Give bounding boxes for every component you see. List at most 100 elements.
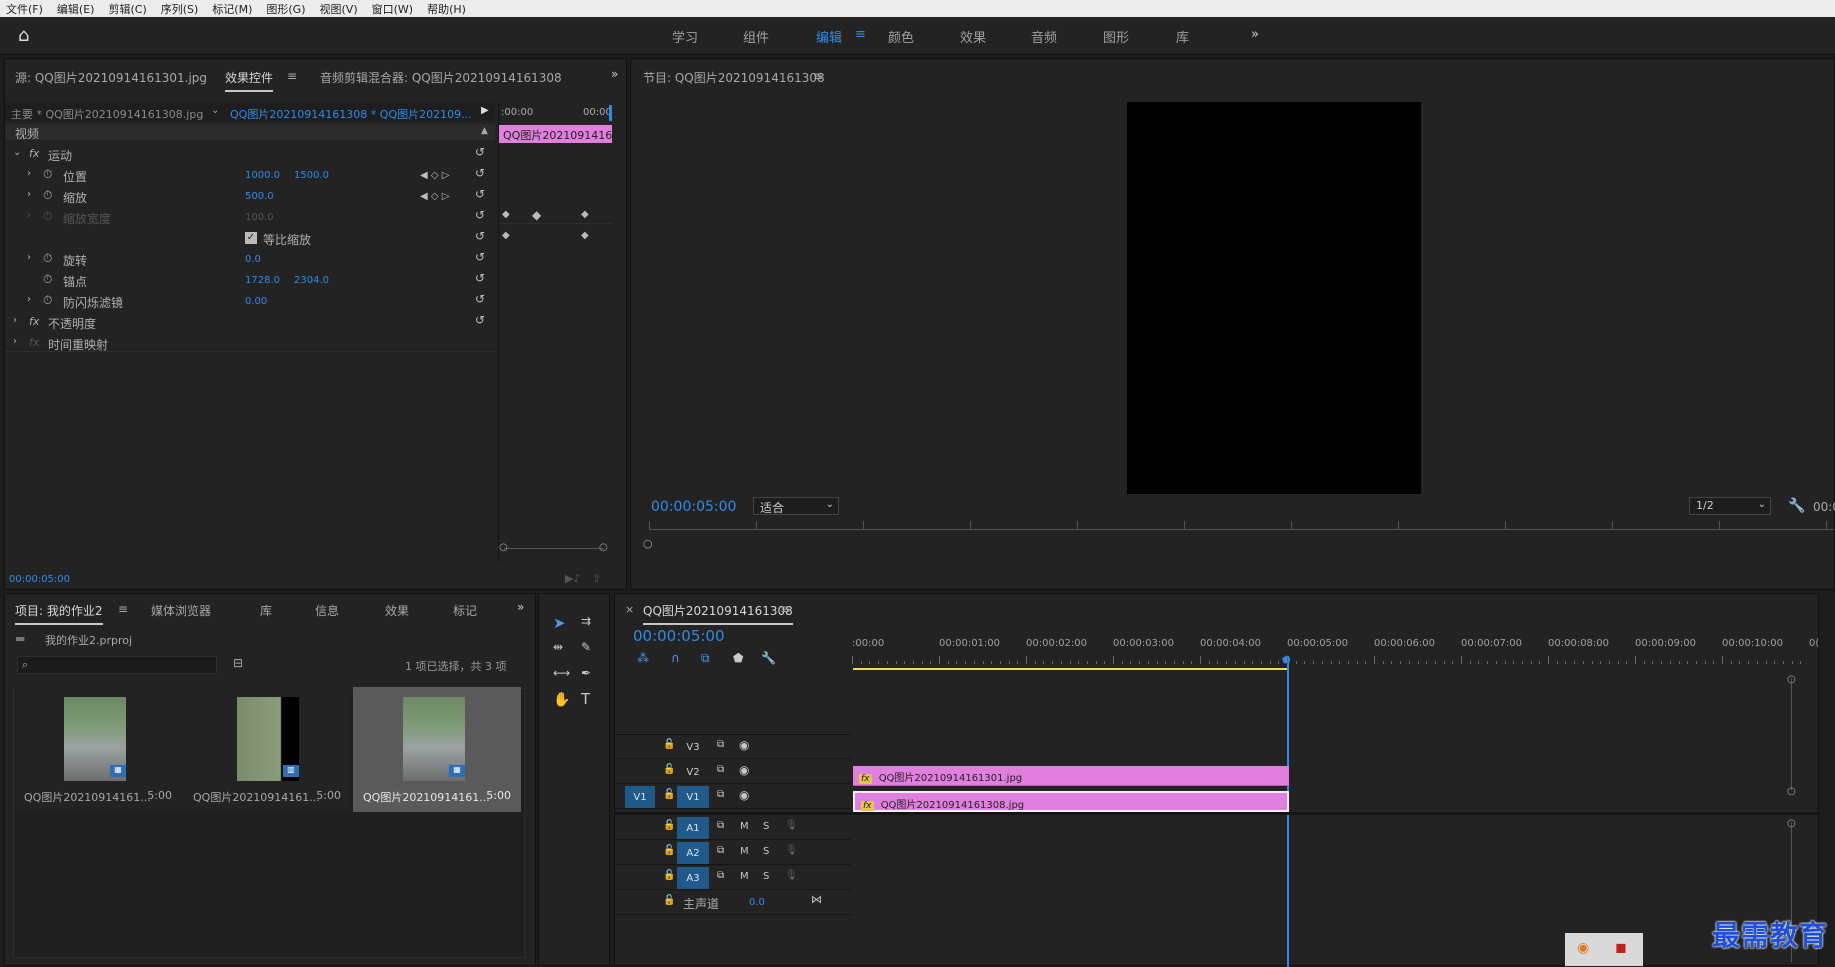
keyframe-icon[interactable]: ◆	[502, 209, 510, 220]
chevron-down-icon[interactable]: ⌄	[211, 105, 219, 116]
reset-icon[interactable]: ↺	[475, 271, 485, 285]
expand-icon[interactable]: ›	[13, 336, 17, 347]
sync-lock-icon[interactable]: ⧉	[717, 764, 724, 775]
nest-icon[interactable]: ⁂	[637, 651, 649, 665]
menu-icon[interactable]: ≡	[780, 602, 790, 616]
mini-playhead[interactable]	[609, 105, 612, 121]
new-bin-icon[interactable]: ⊟	[233, 656, 243, 670]
tab-libraries[interactable]: 库	[260, 602, 272, 619]
project-item[interactable]: ▥ QQ图片20210914161... 5:00	[183, 687, 351, 812]
pen-tool-icon[interactable]: ✒	[581, 666, 591, 680]
menu-help[interactable]: 帮助(H)	[427, 1, 466, 17]
zoom-handle-right[interactable]: ○	[599, 542, 608, 553]
snap-icon[interactable]: ∩	[671, 651, 680, 665]
clip-v2[interactable]: fx QQ图片20210914161301.jpg	[853, 766, 1289, 786]
workspace-assembly[interactable]: 组件	[743, 27, 769, 46]
mini-clip-bar[interactable]: QQ图片2021091416	[499, 125, 612, 143]
fit-select[interactable]: 适合 ⌄	[753, 497, 839, 515]
lock-icon[interactable]: 🔓	[663, 845, 675, 856]
stopwatch-icon[interactable]: ⏱	[43, 293, 52, 308]
eye-icon[interactable]: ◉	[739, 763, 749, 777]
keyframe-icon[interactable]: ◆	[532, 208, 541, 222]
stopwatch-icon[interactable]: ⏱	[43, 167, 52, 182]
expand-icon[interactable]: ›	[27, 168, 31, 179]
menu-view[interactable]: 视图(V)	[320, 1, 358, 17]
track-v1-label[interactable]: V1	[677, 786, 709, 808]
position-y-value[interactable]: 1500.0	[294, 170, 329, 181]
motion-label[interactable]: 运动	[48, 147, 72, 164]
tab-effects[interactable]: 效果	[385, 602, 409, 619]
resolution-select[interactable]: 1/2 ⌄	[1689, 497, 1771, 515]
sync-lock-icon[interactable]: ⧉	[717, 739, 724, 750]
menu-icon[interactable]: ≡	[118, 602, 128, 616]
keyframe-icon[interactable]: ◆	[502, 230, 510, 241]
uniform-scale-checkbox[interactable]: ✓	[245, 232, 257, 244]
lock-icon[interactable]: 🔓	[663, 895, 675, 906]
lock-icon[interactable]: 🔓	[663, 870, 675, 881]
rotation-value[interactable]: 0.0	[245, 254, 261, 265]
eye-icon[interactable]: ◉	[739, 788, 749, 802]
home-icon[interactable]: ⌂	[18, 25, 29, 46]
type-tool-icon[interactable]: T	[581, 690, 590, 708]
zoom-handle-left[interactable]: ○	[499, 542, 508, 553]
microphone-icon[interactable]: 🎙	[785, 820, 798, 831]
solo-button[interactable]: S	[763, 846, 769, 857]
expand-icon[interactable]: ›	[13, 315, 17, 326]
video-scrollbar[interactable]	[1791, 678, 1792, 790]
workspace-audio[interactable]: 音频	[1031, 27, 1057, 46]
workspace-color[interactable]: 颜色	[888, 27, 914, 46]
menu-window[interactable]: 窗口(W)	[372, 1, 413, 17]
tab-markers[interactable]: 标记	[453, 602, 477, 619]
effect-timecode[interactable]: 00:00:05:00	[9, 574, 70, 585]
menu-marker[interactable]: 标记(M)	[212, 1, 252, 17]
project-item[interactable]: ▦ QQ图片20210914161... 5:00	[14, 687, 182, 812]
wrench-icon[interactable]: 🔧	[761, 651, 776, 665]
razor-tool-icon[interactable]: ✎	[581, 640, 591, 654]
scale-value[interactable]: 500.0	[245, 191, 274, 202]
ripple-edit-tool-icon[interactable]: ⇹	[553, 640, 563, 654]
reset-icon[interactable]: ↺	[475, 313, 485, 327]
tab-effect-controls[interactable]: 效果控件	[225, 69, 274, 92]
prev-keyframe-icon[interactable]: ◀ ◇ ▷	[420, 170, 449, 181]
collapse-up-icon[interactable]: ▲	[481, 126, 488, 136]
master-volume[interactable]: 0.0	[749, 897, 765, 908]
program-timecode[interactable]: 00:00:05:00	[651, 499, 736, 515]
tab-media-browser[interactable]: 媒体浏览器	[151, 602, 211, 619]
tab-project[interactable]: 项目: 我的作业2	[15, 602, 103, 625]
microphone-icon[interactable]: 🎙	[785, 845, 798, 856]
panel-more-icon[interactable]: »	[611, 67, 618, 81]
sync-lock-icon[interactable]: ⧉	[717, 845, 724, 856]
menu-sequence[interactable]: 序列(S)	[161, 1, 199, 17]
track-a3-label[interactable]: A3	[677, 867, 709, 889]
anchor-x-value[interactable]: 1728.0	[245, 275, 280, 286]
sync-lock-icon[interactable]: ⧉	[717, 870, 724, 881]
menu-file[interactable]: 文件(F)	[6, 1, 43, 17]
keyframe-icon[interactable]: ◆	[581, 209, 589, 220]
close-icon[interactable]: ×	[625, 603, 634, 616]
eye-icon[interactable]: ◉	[739, 738, 749, 752]
solo-button[interactable]: S	[763, 821, 769, 832]
flicker-value[interactable]: 0.00	[245, 296, 267, 307]
track-v3-label[interactable]: V3	[677, 736, 709, 758]
reset-icon[interactable]: ↺	[475, 187, 485, 201]
workspace-editing[interactable]: 编辑	[816, 27, 842, 46]
program-title[interactable]: 节目: QQ图片20210914161308	[643, 69, 825, 86]
more-workspaces-icon[interactable]: »	[1251, 27, 1259, 42]
expand-icon[interactable]: ⌄	[13, 147, 21, 158]
sequence-clip-label[interactable]: QQ图片20210914161308 * QQ图片202109...	[230, 106, 472, 122]
track-a1-label[interactable]: A1	[677, 817, 709, 839]
work-area-bar[interactable]	[853, 668, 1289, 670]
expand-icon[interactable]: ›	[27, 294, 31, 305]
keyframe-icon[interactable]: ◆	[581, 230, 589, 241]
lock-icon[interactable]: 🔓	[663, 789, 675, 800]
master-clip-label[interactable]: 主要 * QQ图片20210914161308.jpg	[11, 106, 203, 122]
expand-icon[interactable]: ›	[27, 252, 31, 263]
tab-source[interactable]: 源: QQ图片20210914161301.jpg	[15, 69, 207, 86]
project-item-selected[interactable]: ▦ QQ图片20210914161... 5:00	[353, 687, 521, 812]
track-v2-label[interactable]: V2	[677, 761, 709, 783]
reset-icon[interactable]: ↺	[475, 229, 485, 243]
timeline-title[interactable]: QQ图片20210914161308	[643, 602, 793, 625]
mute-button[interactable]: M	[740, 871, 749, 882]
play-clip-icon[interactable]: ▶	[481, 105, 489, 116]
hand-tool-icon[interactable]: ✋	[553, 692, 570, 708]
